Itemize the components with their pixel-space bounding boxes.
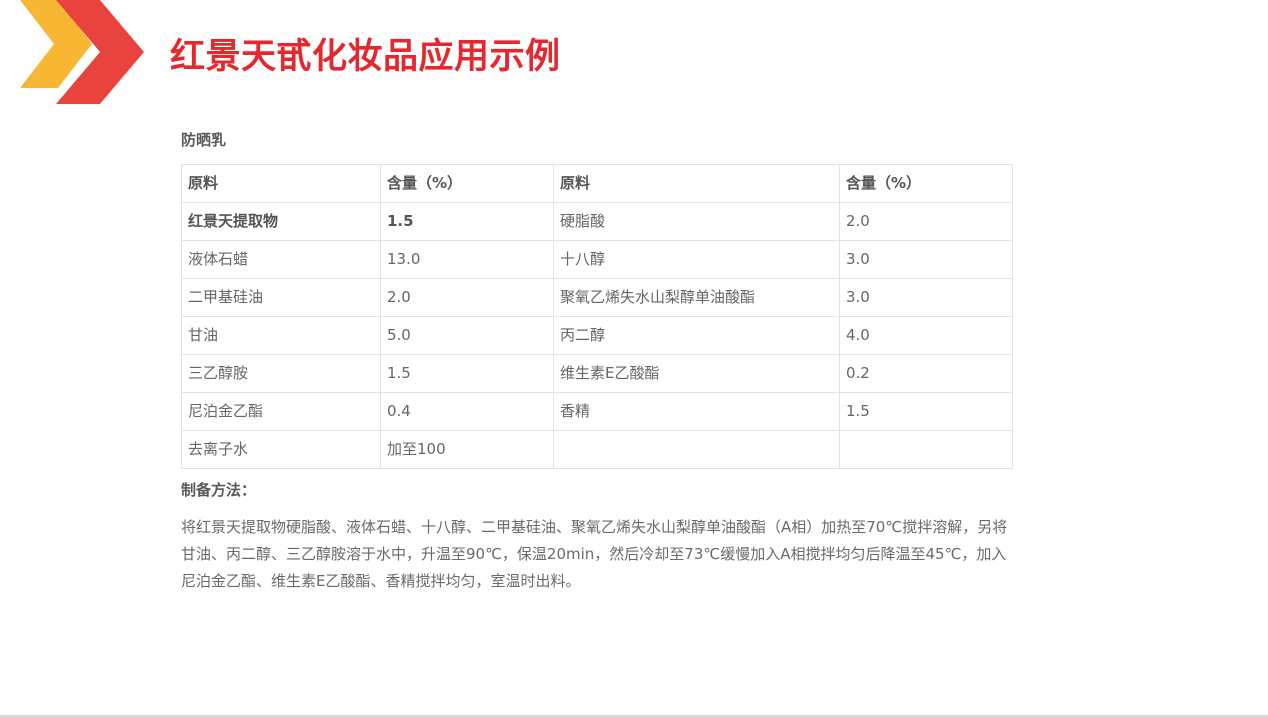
table-cell: 维生素E乙酸酯	[553, 354, 840, 393]
method-text: 将红景天提取物硬脂酸、液体石蜡、十八醇、二甲基硅油、聚氧乙烯失水山梨醇单油酸酯（…	[181, 518, 1008, 590]
table-row: 液体石蜡 13.0 十八醇 3.0	[181, 240, 1013, 279]
table-row: 二甲基硅油 2.0 聚氧乙烯失水山梨醇单油酸酯 3.0	[181, 278, 1013, 317]
table-row: 去离子水 加至100	[181, 430, 1013, 469]
header-amount: 含量（%）	[380, 164, 554, 203]
table-cell: 13.0	[380, 240, 554, 279]
table-cell: 三乙醇胺	[181, 354, 381, 393]
table-cell: 尼泊金乙酯	[181, 392, 381, 431]
table-cell: 香精	[553, 392, 840, 431]
table-cell: 3.0	[839, 240, 1013, 279]
table-cell: 0.2	[839, 354, 1013, 393]
table-row: 三乙醇胺 1.5 维生素E乙酸酯 0.2	[181, 354, 1013, 393]
table-cell: 2.0	[839, 202, 1013, 241]
table-cell: 丙二醇	[553, 316, 840, 355]
table-cell: 红景天提取物	[181, 202, 381, 241]
table-cell: 4.0	[839, 316, 1013, 355]
table-cell: 加至100	[380, 430, 554, 469]
header-ingredient: 原料	[181, 164, 381, 203]
table-cell: 硬脂酸	[553, 202, 840, 241]
section-title: 防晒乳	[181, 131, 227, 149]
table-cell: 十八醇	[553, 240, 840, 279]
table-cell: 1.5	[380, 202, 554, 241]
header-ingredient: 原料	[553, 164, 840, 203]
table-cell: 液体石蜡	[181, 240, 381, 279]
ingredients-table: 原料 含量（%） 原料 含量（%） 红景天提取物 1.5 硬脂酸 2.0 液体石…	[181, 164, 1013, 469]
table-cell: 甘油	[181, 316, 381, 355]
chevron-logo-icon	[20, 0, 144, 104]
table-cell: 去离子水	[181, 430, 381, 469]
table-cell: 3.0	[839, 278, 1013, 317]
header-amount: 含量（%）	[839, 164, 1013, 203]
table-cell	[553, 430, 840, 469]
table-cell: 1.5	[839, 392, 1013, 431]
table-cell: 1.5	[380, 354, 554, 393]
table-cell: 2.0	[380, 278, 554, 317]
table-cell: 二甲基硅油	[181, 278, 381, 317]
method-title: 制备方法：	[181, 481, 257, 499]
table-cell: 聚氧乙烯失水山梨醇单油酸酯	[553, 278, 840, 317]
table-header-row: 原料 含量（%） 原料 含量（%）	[181, 164, 1013, 203]
table-cell: 0.4	[380, 392, 554, 431]
page-title: 红景天甙化妆品应用示例	[170, 37, 561, 77]
table-row: 甘油 5.0 丙二醇 4.0	[181, 316, 1013, 355]
table-row: 尼泊金乙酯 0.4 香精 1.5	[181, 392, 1013, 431]
table-row: 红景天提取物 1.5 硬脂酸 2.0	[181, 202, 1013, 241]
table-cell	[839, 430, 1013, 469]
table-cell: 5.0	[380, 316, 554, 355]
